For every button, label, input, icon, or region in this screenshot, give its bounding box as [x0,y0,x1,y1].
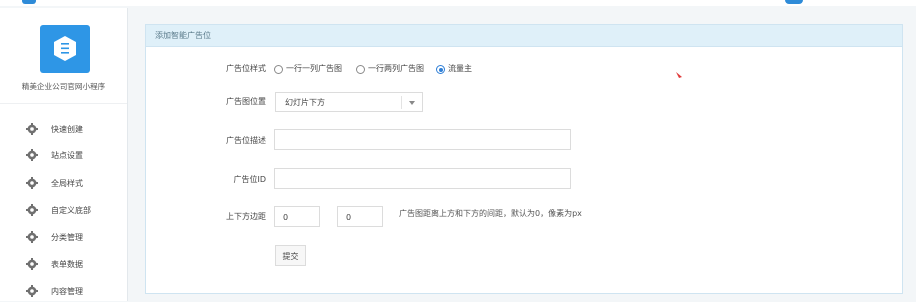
panel-title: 添加智能广告位 [155,31,211,40]
select-separator [401,96,402,109]
gear-icon [26,177,38,189]
ad-position-label: 广告图位置 [226,97,266,106]
radio-label: 一行两列广告图 [368,64,424,73]
sidebar-item-global-style[interactable]: 全局样式 [0,174,127,194]
radio-circle-checked[interactable] [436,65,445,74]
sidebar-item-label: 内容管理 [51,287,83,296]
sidebar: 精美企业公司官网小程序 快速创建 站点设置 全局样式 自定义底部 分类管理 表单… [0,8,128,301]
gear-icon [26,258,38,270]
ad-position-select[interactable]: 幻灯片下方 [275,92,423,112]
sidebar-item-label: 快速创建 [51,125,83,134]
radio-circle[interactable] [274,65,283,74]
sidebar-item-content-management[interactable]: 内容管理 [0,282,127,302]
sidebar-item-label: 表单数据 [51,260,83,269]
panel-header: 添加智能广告位 [146,25,902,47]
radio-two-columns[interactable]: 一行两列广告图 [356,63,436,75]
margin-top-value: 0 [283,213,289,222]
sidebar-divider [0,103,127,104]
brand-accent-mark [22,0,36,4]
user-avatar-partial[interactable] [785,0,803,4]
gear-icon [26,231,38,243]
gear-icon [26,285,38,297]
sidebar-item-label: 自定义底部 [51,206,91,215]
submit-label: 提交 [282,252,299,261]
margin-bottom-value: 0 [346,213,352,222]
sidebar-item-form-data[interactable]: 表单数据 [0,255,127,275]
margin-hint: 广告图距离上方和下方的间距，默认为0，像素为px [399,209,582,218]
margin-label: 上下方边距 [226,212,266,221]
sidebar-item-quick-create[interactable]: 快速创建 [0,120,127,140]
app-logo[interactable] [40,25,90,73]
radio-one-column[interactable]: 一行一列广告图 [274,63,354,75]
sidebar-item-label: 全局样式 [51,179,83,188]
chevron-down-icon[interactable] [409,101,415,105]
sidebar-item-site-settings[interactable]: 站点设置 [0,146,127,166]
ad-position-value: 幻灯片下方 [285,98,325,107]
ad-id-input[interactable] [274,168,571,189]
margin-top-input[interactable]: 0 [274,206,320,227]
radio-label: 一行一列广告图 [286,64,342,73]
ad-slot-panel: 添加智能广告位 广告位样式 一行一列广告图 一行两列广告图 流量主 广告图位置 … [145,24,903,294]
radio-circle[interactable] [356,65,365,74]
sidebar-item-custom-footer[interactable]: 自定义底部 [0,201,127,221]
gear-icon [26,123,38,135]
app-name: 精美企业公司官网小程序 [21,82,106,91]
margin-bottom-input[interactable]: 0 [337,206,383,227]
ad-description-input[interactable] [274,129,571,150]
sidebar-item-label: 分类管理 [51,233,83,242]
radio-traffic-master[interactable]: 流量主 [436,63,486,75]
ad-description-label: 广告位描述 [226,136,266,145]
top-bar [0,0,916,6]
submit-button[interactable]: 提交 [275,245,306,266]
sidebar-item-label: 站点设置 [51,151,83,160]
sidebar-item-category-management[interactable]: 分类管理 [0,228,127,248]
gear-icon [26,204,38,216]
ad-id-label: 广告位ID [233,175,266,184]
hexagon-logo-icon [54,36,76,61]
ad-style-label: 广告位样式 [226,64,266,73]
radio-label: 流量主 [448,64,472,73]
cursor-mark-icon [676,72,682,78]
gear-icon [26,149,38,161]
